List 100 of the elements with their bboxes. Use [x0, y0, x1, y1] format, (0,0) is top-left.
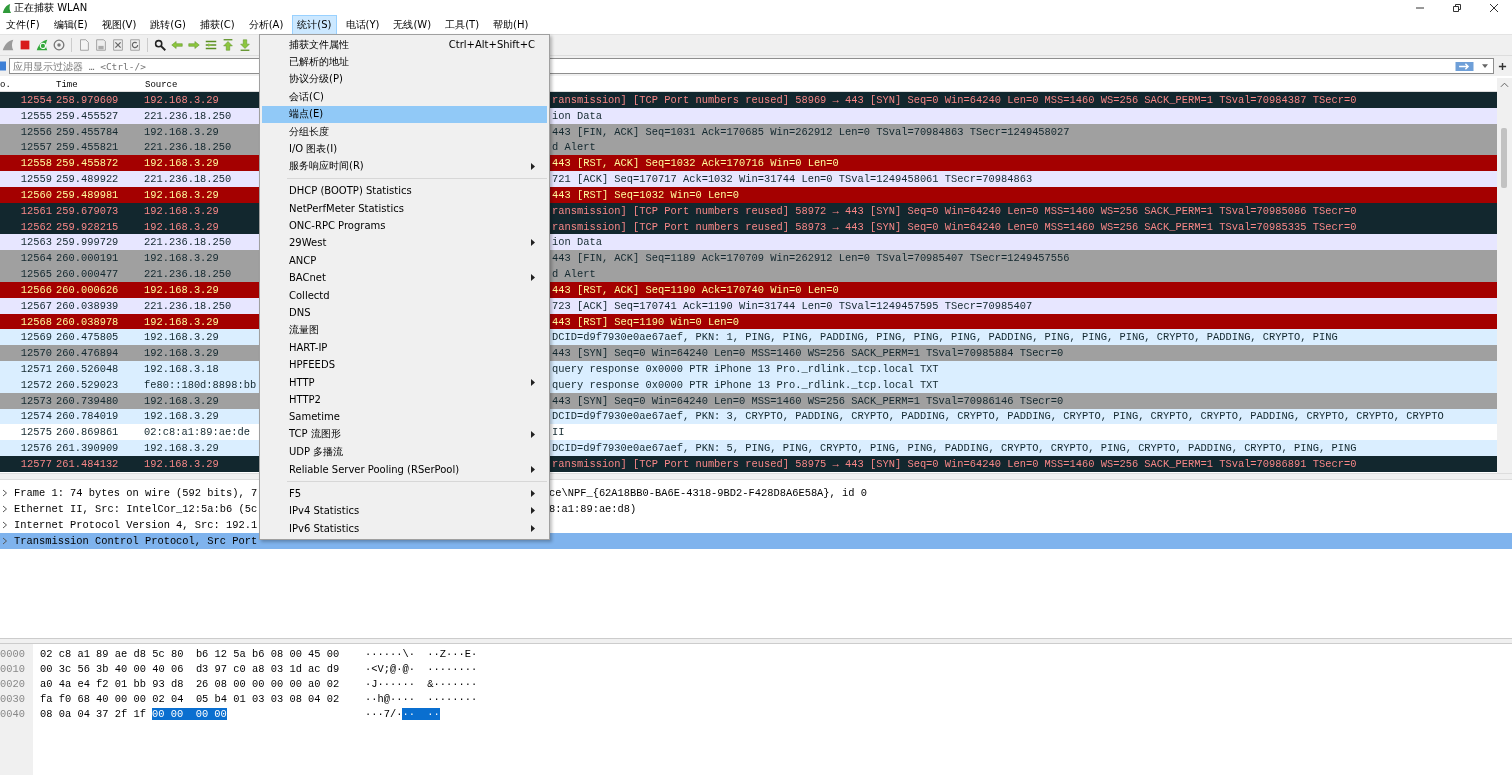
time-cell-text: 261.390909 — [56, 442, 120, 455]
source-cell-text: 192.168.3.29 — [144, 347, 220, 360]
info-cell: 443 [FIN, ACK] Seq=1189 Ack=170709 Win=262912 Len=0 TSval=70985407 TSecr=1249457556 — [552, 252, 1070, 265]
menu-item[interactable]: 编辑(E) — [48, 15, 93, 35]
tree-text: ce\NPF_{62A18BB0-BA6E-4318-9BD2-F428D8A6E58A}, id 0 — [549, 487, 867, 499]
hex-bytes: 08 0a 04 37 2f 1f 00 00 00 00 — [40, 707, 228, 720]
offset-text: 0040 — [0, 707, 26, 720]
source-cell-text: 221.236.18.250 — [144, 109, 233, 122]
menu-item[interactable]: 端点(E) — [262, 105, 547, 123]
number-cell-text: 12565 — [19, 268, 52, 280]
source-cell-text: 221.236.18.250 — [144, 236, 233, 249]
info-cell: 443 [RST, ACK] Seq=1190 Ack=170740 Win=0 Len=0 — [552, 283, 839, 296]
time-cell-text: 261.484132 — [56, 457, 120, 470]
number-cell-text: 12561 — [19, 204, 52, 217]
info-cell: 443 [RST] Seq=1190 Win=0 Len=0 — [552, 315, 740, 328]
time-cell-text: 260.476894 — [56, 347, 120, 360]
tree-text: 8:a1:89:ae:d8) — [549, 503, 637, 515]
time-cell-text: 259.455821 — [56, 141, 120, 154]
info-cell: DCID=d9f7930e0ae67aef, PKN: 1, PING, PING, PADDING, PING, PING, PING, PADDING, PING, PING, PING, CRYPTO, PADDING, CRYPTO, PING — [552, 331, 1338, 344]
menu-item[interactable]: 电话(Y) — [340, 15, 385, 35]
time-cell-text: 260.784019 — [56, 410, 120, 423]
info-cell: II — [552, 426, 565, 439]
offset-text: 0000 — [0, 647, 26, 660]
number-cell-text: 12572 — [19, 378, 52, 391]
source-cell-text: 192.168.3.29 — [144, 331, 220, 344]
time-cell-text: 260.000626 — [56, 283, 120, 296]
time-cell-text: 259.928215 — [56, 220, 120, 233]
info-cell: ransmission] [TCP Port numbers reused] 58975 → 443 [SYN] Seq=0 Win=64240 Len=0 MSS=1460 WS=256 SACK_PERM=1 TSval=70986891 TSecr=0 — [552, 457, 1357, 470]
time-cell-text: 260.529023 — [56, 378, 120, 391]
menu-item[interactable]: 文件(F) — [1, 15, 45, 35]
source-cell-text: fe80::180d:8898:bb — [144, 378, 258, 391]
menu-item[interactable]: 捕获(C) — [194, 15, 240, 35]
number-cell-text: 12564 — [19, 252, 52, 265]
tree-text[interactable]: Frame 1: 74 bytes on wire (592 bits), 7 — [14, 487, 258, 499]
menu-item[interactable]: 无线(W) — [388, 15, 437, 35]
menu-item[interactable]: HTTP2 — [262, 390, 547, 409]
time-cell-text: 259.489922 — [56, 173, 120, 186]
source-cell-text: 192.168.3.29 — [144, 457, 220, 470]
ascii-text: ··h@···· ········ — [365, 692, 478, 705]
time-cell-text: 260.869861 — [56, 426, 120, 439]
time-cell-text: 260.475805 — [56, 331, 120, 344]
info-cell: ransmission] [TCP Port numbers reused] 58973 → 443 [SYN] Seq=0 Win=64240 Len=0 MSS=1460 WS=256 SACK_PERM=1 TSval=70985335 TSecr=0 — [552, 220, 1357, 233]
source-cell-text: 192.168.3.29 — [144, 410, 220, 423]
source-cell-text: 192.168.3.29 — [144, 125, 220, 138]
source-cell-text: 192.168.3.29 — [144, 442, 220, 455]
column-header[interactable]: Source — [145, 79, 178, 90]
menu-item[interactable]: 分析(A) — [243, 15, 289, 35]
time-cell-text: 260.000191 — [56, 252, 120, 265]
window-title: 正在捕获 WLAN — [14, 1, 88, 15]
menu-item[interactable]: IPv4 Statistics — [262, 502, 547, 520]
info-cell: 443 [SYN] Seq=0 Win=64240 Len=0 MSS=1460 WS=256 SACK_PERM=1 TSval=70986146 TSecr=0 — [552, 394, 1064, 407]
number-cell-text: 12575 — [19, 426, 52, 439]
info-cell: query response 0x0000 PTR iPhone 13 Pro._rdlink._tcp.local TXT — [552, 378, 939, 391]
source-cell-text: 221.236.18.250 — [144, 141, 233, 154]
ascii-text: ······\· ··Z···E· — [365, 647, 478, 660]
menu-item[interactable]: 分组长度 — [262, 122, 547, 141]
column-header[interactable]: o. — [0, 79, 56, 90]
offset-text: 0020 — [0, 677, 26, 690]
menu-item[interactable]: IPv6 Statistics — [262, 519, 547, 537]
menu-item[interactable]: F5 — [262, 484, 547, 503]
info-cell: 443 [FIN, ACK] Seq=1031 Ack=170685 Win=262912 Len=0 TSval=70984863 TSecr=1249458027 — [552, 125, 1070, 138]
info-cell: 723 [ACK] Seq=170741 Ack=1190 Win=31744 Len=0 TSval=1249457595 TSecr=70985407 — [552, 299, 1033, 312]
menu-item[interactable]: 帮助(H) — [488, 15, 534, 35]
time-cell-text: 258.979609 — [56, 93, 120, 106]
source-cell-text: 02:c8:a1:89:ae:de — [144, 426, 251, 439]
menu-item[interactable]: 29West — [262, 234, 547, 252]
tree-text[interactable]: Transmission Control Protocol, Src Port — [14, 535, 258, 547]
menu-item[interactable]: 捕获文件属性 Ctrl+Alt+Shift+C — [262, 36, 547, 54]
time-cell-text: 260.000477 — [56, 268, 120, 280]
source-cell-text: 192.168.3.29 — [144, 252, 220, 265]
number-cell-text: 12557 — [19, 141, 52, 154]
number-cell-text: 12571 — [19, 363, 52, 375]
info-cell: 443 [SYN] Seq=0 Win=64240 Len=0 MSS=1460 WS=256 SACK_PERM=1 TSval=70985884 TSecr=0 — [552, 347, 1064, 360]
menu-item[interactable]: ONC-RPC Programs — [262, 216, 547, 235]
number-cell-text: 12576 — [19, 442, 52, 455]
menu-item[interactable]: 统计(S) — [292, 15, 337, 35]
menu-item[interactable]: 跳转(G) — [145, 15, 191, 35]
info-cell: d Alert — [552, 268, 596, 280]
time-cell-text: 259.489981 — [56, 188, 120, 201]
time-cell-text: 259.455784 — [56, 125, 120, 138]
ascii-text: ···7/··· ·· — [365, 707, 440, 720]
tree-text[interactable]: Internet Protocol Version 4, Src: 192.1 — [14, 519, 258, 531]
number-cell-text: 12562 — [19, 220, 52, 233]
menu-item[interactable]: TCP 流图形 — [262, 425, 547, 443]
menu-item[interactable]: 工具(T) — [440, 15, 485, 35]
menu-item[interactable]: 视图(V) — [96, 15, 142, 35]
source-cell-text: 192.168.3.29 — [144, 394, 220, 407]
ascii-text: ·J······ &······· — [365, 677, 478, 690]
source-cell-text: 192.168.3.29 — [144, 315, 220, 328]
tree-text[interactable]: Ethernet II, Src: IntelCor_12:5a:b6 (5c — [14, 503, 258, 515]
number-cell-text: 12569 — [19, 331, 52, 344]
source-cell-text: 192.168.3.18 — [144, 363, 220, 375]
source-cell-text: 192.168.3.29 — [144, 188, 220, 201]
menu-item[interactable]: I/O 图表(I) — [262, 140, 547, 158]
offset-text: 0030 — [0, 692, 26, 705]
time-cell-text: 259.679073 — [56, 204, 120, 217]
menu-item[interactable]: Sametime — [262, 408, 547, 426]
column-header[interactable]: Time — [56, 79, 145, 90]
time-cell-text: 260.739480 — [56, 394, 120, 407]
time-cell-text: 259.455527 — [56, 109, 120, 122]
